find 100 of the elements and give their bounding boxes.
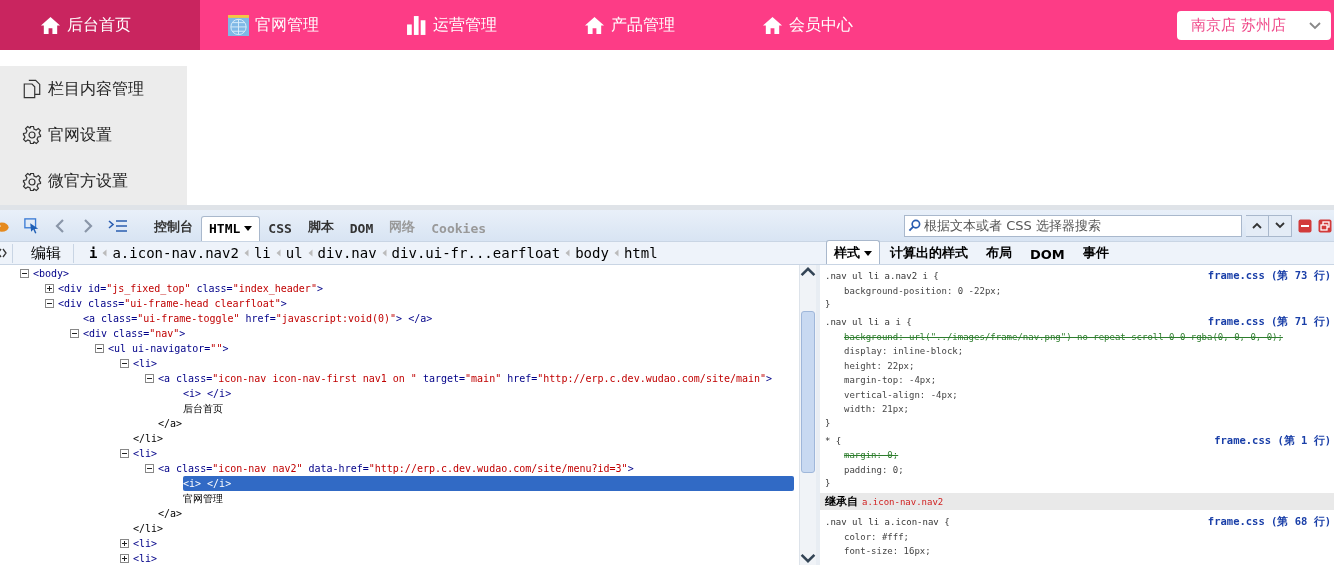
search-field[interactable]: 根据文本或者 CSS 选择器搜索 xyxy=(904,214,1242,237)
breadcrumb-link[interactable]: ul xyxy=(285,245,303,261)
vertical-scrollbar[interactable] xyxy=(799,265,816,565)
css-declaration[interactable]: font-size: 16px; xyxy=(820,544,1334,559)
edit-button[interactable]: 编辑 xyxy=(12,243,74,263)
next-match-button[interactable] xyxy=(1269,214,1292,237)
panel-tab[interactable]: CSS xyxy=(260,216,300,241)
html-tag-line[interactable]: <li> xyxy=(133,356,162,371)
breadcrumb-separator-icon xyxy=(565,249,571,257)
house-icon xyxy=(40,14,61,36)
collapse-icon[interactable] xyxy=(95,344,104,353)
previous-match-button[interactable] xyxy=(1246,214,1269,237)
html-tag-line[interactable]: <div id="js_fixed_top" class="index_header"> xyxy=(58,281,327,296)
collapse-icon[interactable] xyxy=(120,359,129,368)
html-tag-line[interactable]: <li> xyxy=(133,536,162,551)
collapse-icon[interactable] xyxy=(120,449,129,458)
breadcrumb-link[interactable]: body xyxy=(575,245,609,261)
closing-tag-line[interactable]: </li> xyxy=(133,521,168,536)
html-tag-line[interactable]: <li> xyxy=(133,551,162,565)
html-tag-line[interactable]: <a class="ui-frame-toggle" href="javascript:void(0)"> </a> xyxy=(83,311,437,326)
command-line-icon[interactable] xyxy=(108,217,128,234)
html-tag-line[interactable]: <div class="nav"> xyxy=(83,326,190,341)
breadcrumb-link[interactable]: i xyxy=(89,245,98,261)
css-declaration[interactable]: display: inline-block; xyxy=(820,344,1334,359)
panel-tab[interactable]: 控制台 xyxy=(146,213,201,241)
panel-tab[interactable]: HTML xyxy=(201,216,261,241)
documents-icon xyxy=(22,79,42,100)
closing-tag-line[interactable]: </li> xyxy=(133,431,168,446)
caret-icon xyxy=(864,250,872,256)
breadcrumb-separator-icon xyxy=(307,249,313,257)
side-panel-tab[interactable]: 样式 xyxy=(826,240,880,264)
inherited-label: 继承自 xyxy=(825,494,858,509)
chevron-down-icon xyxy=(1275,222,1285,229)
breadcrumb-link[interactable]: div.nav xyxy=(317,245,377,261)
css-declaration[interactable]: color: #fff; xyxy=(820,529,1334,544)
gear-icon xyxy=(22,125,42,146)
html-tag-line[interactable]: <ul ui-navigator=""> xyxy=(108,341,233,356)
breadcrumb-link[interactable]: li xyxy=(253,245,271,261)
collapse-icon[interactable] xyxy=(145,374,154,383)
chevron-down-icon xyxy=(1309,21,1321,30)
breadcrumb-link[interactable]: div.ui-fr...earfloat xyxy=(391,245,561,261)
css-declaration[interactable]: width: 21px; xyxy=(820,402,1334,417)
panel-tab[interactable]: DOM xyxy=(341,216,382,241)
text-node-line[interactable]: 后台首页 xyxy=(183,401,227,416)
side-panel-tab[interactable]: 事件 xyxy=(1074,240,1117,264)
html-tag-line[interactable]: <a class="icon-nav nav2" data-href="http://erp.c.dev.wudao.com/site/menu?id=3"> xyxy=(158,461,638,476)
side-panel-tab[interactable]: 布局 xyxy=(978,240,1020,264)
html-tag-line[interactable]: <li> xyxy=(133,446,162,461)
side-panel-tab[interactable]: DOM xyxy=(1022,243,1073,264)
closing-tag-line[interactable]: </a> xyxy=(158,416,187,431)
breadcrumb-link[interactable]: a.icon-nav.nav2 xyxy=(112,245,239,261)
house-icon xyxy=(584,14,605,36)
expand-icon[interactable] xyxy=(120,554,129,563)
side-panel-tab[interactable]: 计算出的样式 xyxy=(882,240,976,264)
css-declaration[interactable]: background-position: 0 -22px; xyxy=(820,283,1334,298)
source-link[interactable]: frame.css (第 68 行) xyxy=(1207,515,1331,530)
collapse-icon[interactable] xyxy=(20,269,29,278)
closing-brace: } xyxy=(824,477,832,490)
sidebar-item[interactable]: 栏目内容管理 xyxy=(0,66,187,113)
text-node-line[interactable]: 官网管理 xyxy=(183,491,227,506)
html-tag-line[interactable]: <div class="ui-frame-head clearfloat"> xyxy=(58,296,291,311)
sidebar-item[interactable]: 微官方设置 xyxy=(0,158,187,205)
css-declaration[interactable]: margin: 0; xyxy=(820,448,1334,463)
store-select[interactable]: 南京店 苏州店 xyxy=(1177,11,1331,40)
css-declaration[interactable]: margin-top: -4px; xyxy=(820,373,1334,388)
breadcrumb-link[interactable]: html xyxy=(623,245,658,261)
css-selector: .nav ul li a.nav2 i { xyxy=(825,271,939,282)
collapse-icon[interactable] xyxy=(145,464,154,473)
css-declaration[interactable]: height: 22px; xyxy=(820,358,1334,373)
css-selector: .nav ul li a.icon-nav { xyxy=(825,517,950,528)
html-tag-line[interactable]: <body> xyxy=(33,266,74,281)
scrollbar-thumb[interactable] xyxy=(801,311,815,473)
source-link[interactable]: frame.css (第 1 行) xyxy=(1214,433,1331,448)
scroll-up-icon[interactable] xyxy=(800,265,816,279)
css-declaration[interactable]: background: url("../images/frame/nav.png") no-repeat scroll 0 0 rgba(0, 0, 0, 0); xyxy=(820,329,1334,344)
sidebar-item[interactable]: 官网设置 xyxy=(0,112,187,159)
scroll-down-icon[interactable] xyxy=(800,551,816,565)
breadcrumb-separator-icon xyxy=(613,249,619,257)
css-declaration[interactable]: padding: 0; xyxy=(820,462,1334,477)
breadcrumb-separator-icon xyxy=(243,249,249,257)
restore-button[interactable] xyxy=(1318,218,1332,233)
minimize-button[interactable] xyxy=(1298,218,1312,233)
source-link[interactable]: frame.css (第 71 行) xyxy=(1207,315,1331,330)
breadcrumb-separator-icon xyxy=(102,249,108,257)
closing-tag-line[interactable]: </a> xyxy=(158,506,187,521)
html-tag-line[interactable]: <i> </i> xyxy=(183,386,236,401)
html-tag-line[interactable]: <a class="icon-nav icon-nav-first nav1 on " target="main" href="http://erp.c.dev.wudao.com/site/main"> xyxy=(158,371,777,386)
inspect-pointer-icon[interactable] xyxy=(24,217,40,234)
nav-link[interactable]: 后台首页 xyxy=(0,0,200,50)
expand-icon[interactable] xyxy=(120,539,129,548)
collapse-icon[interactable] xyxy=(45,299,54,308)
expand-icon[interactable] xyxy=(45,284,54,293)
closing-brace: } xyxy=(824,298,832,311)
inherited-selector-link[interactable]: a.icon-nav.nav2 xyxy=(862,496,944,507)
css-declaration[interactable]: vertical-align: -4px; xyxy=(820,387,1334,402)
source-link[interactable]: frame.css (第 73 行) xyxy=(1207,269,1331,284)
panel-tab[interactable]: 脚本 xyxy=(299,213,342,241)
collapse-icon[interactable] xyxy=(70,329,79,338)
code-icon[interactable] xyxy=(0,247,7,259)
chevron-up-icon xyxy=(1252,222,1262,229)
